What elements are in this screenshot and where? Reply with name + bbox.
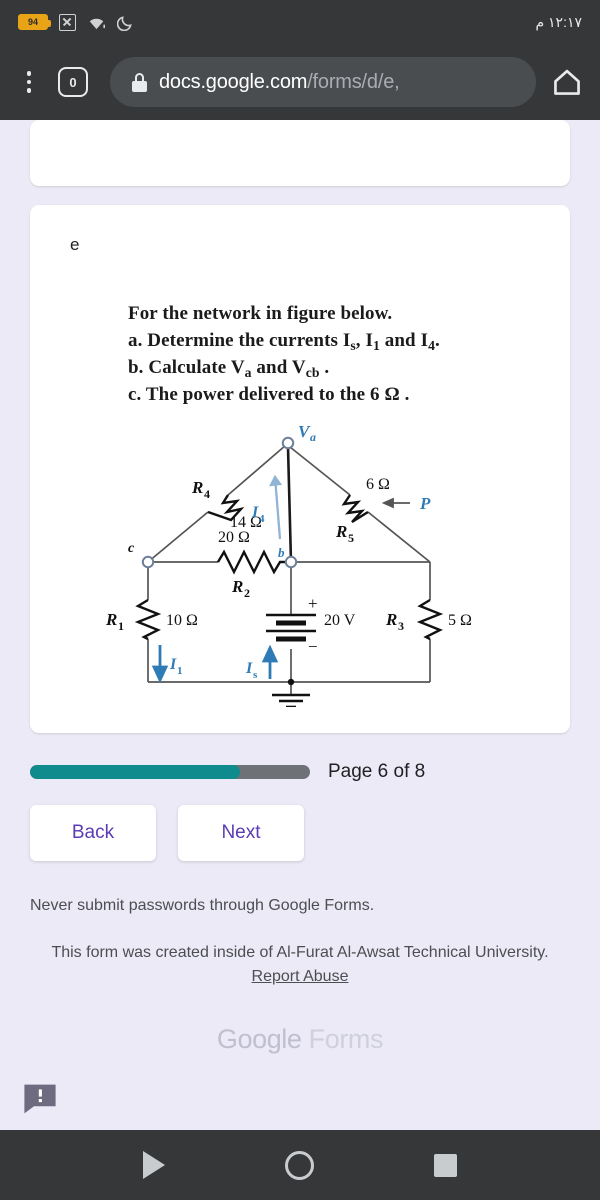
ground-symbol: [272, 694, 310, 708]
previous-question-card: [30, 120, 570, 186]
recents-square-icon[interactable]: [434, 1153, 457, 1177]
node-c: [141, 556, 155, 569]
home-icon[interactable]: [550, 65, 584, 99]
url-host: docs.google.com: [159, 70, 308, 93]
branch-I4: [286, 447, 293, 563]
progress-row: Page 6 of 8: [30, 761, 570, 783]
label-R5-sub: 5: [348, 531, 354, 545]
label-R3: R: [385, 610, 397, 629]
label-R1-sub: 1: [118, 619, 124, 633]
status-bar-icons: 94: [18, 13, 134, 31]
status-bar-right: ١٢:١٧ م: [535, 14, 582, 31]
back-triangle-icon[interactable]: [143, 1151, 165, 1179]
node-b: [284, 556, 298, 569]
current-arrow-I1: [151, 645, 169, 684]
power-arrow-P: [381, 498, 410, 509]
google-forms-logo: Google Forms: [0, 1024, 600, 1055]
label-P: P: [419, 494, 431, 513]
url-text: docs.google.com/forms/d/e,: [159, 70, 400, 94]
label-node-b: b: [278, 545, 285, 560]
section-label: e: [70, 235, 80, 254]
label-R2: R: [231, 577, 243, 596]
label-node-Va-sub: a: [310, 430, 316, 444]
voltage-source: [266, 614, 316, 642]
tab-counter-button[interactable]: 0: [58, 67, 88, 97]
question-card: e For the network in figure below. a. De…: [30, 205, 570, 734]
question-line-4: c. The power delivered to the 6 Ω .: [128, 384, 410, 406]
label-node-c: c: [128, 541, 135, 556]
progress-bar: [30, 765, 310, 780]
status-bar: 94 ١٢:١٧ م: [0, 0, 600, 44]
question-text: For the network in figure below. a. Dete…: [70, 301, 530, 409]
back-button[interactable]: Back: [30, 805, 156, 862]
lock-icon: [132, 72, 147, 92]
logo-forms-word: Forms: [301, 1023, 384, 1054]
label-R4-sub: 4: [204, 487, 210, 501]
label-R3-sub: 3: [398, 619, 404, 633]
wifi-icon: [89, 18, 105, 29]
label-R1-value: 10 Ω: [166, 612, 198, 629]
progress-bar-fill: [30, 765, 240, 780]
resistor-R5: [341, 494, 369, 524]
battery-minus-sign: −: [308, 637, 318, 656]
password-warning: Never submit passwords through Google Fo…: [30, 897, 375, 915]
question-line-2: a. Determine the currents Is, I1 and I4.: [128, 329, 440, 353]
resistor-R3: [416, 599, 444, 641]
battery-icon: 94: [18, 14, 51, 30]
label-source-value: 20 V: [324, 612, 356, 629]
kebab-menu-icon[interactable]: [16, 71, 42, 93]
address-bar[interactable]: docs.google.com/forms/d/e,: [110, 57, 536, 107]
browser-toolbar: 0 docs.google.com/forms/d/e,: [0, 44, 600, 120]
url-path: /forms/d/e,: [307, 70, 400, 93]
home-circle-icon[interactable]: [285, 1150, 314, 1180]
label-Is-sub: s: [253, 669, 258, 681]
screen: 94 ١٢:١٧ م 0 docs.google.com/forms/d/e, …: [0, 0, 600, 1200]
resistor-R2: [216, 549, 285, 576]
form-footer: Never submit passwords through Google Fo…: [0, 897, 600, 1054]
label-R1: R: [105, 610, 117, 629]
node-a: [281, 437, 295, 450]
label-R3-value: 5 Ω: [448, 612, 472, 629]
label-I4: I: [251, 504, 259, 521]
label-I1: I: [169, 656, 177, 673]
battery-plus-sign: +: [308, 594, 318, 613]
next-button[interactable]: Next: [178, 805, 304, 862]
report-abuse-link[interactable]: Report Abuse: [252, 968, 349, 985]
android-nav-bar: [0, 1130, 600, 1200]
junction-dot: [287, 679, 295, 686]
label-R5: R: [335, 522, 347, 541]
label-R5-value: 6 Ω: [366, 476, 390, 493]
tab-count-label: 0: [69, 74, 77, 90]
form-navigation: Back Next: [30, 805, 570, 862]
label-I1-sub: 1: [177, 665, 183, 677]
created-notice: This form was created inside of Al-Furat…: [46, 941, 554, 987]
question-line-1: For the network in figure below.: [128, 303, 393, 324]
resistor-R1: [134, 599, 162, 641]
label-R2-sub: 2: [244, 586, 250, 600]
no-sim-icon: [59, 13, 76, 31]
label-R2-value: 20 Ω: [218, 529, 250, 546]
created-notice-text: This form was created inside of Al-Furat…: [51, 944, 549, 962]
feedback-bubble-icon[interactable]: [22, 1082, 58, 1116]
circuit-figure: + − V a c b R 4 14 Ω R 5 6 Ω 20 Ω R 2 R …: [70, 417, 530, 708]
label-Is: I: [245, 660, 253, 677]
circuit-schematic: + − V a c b R 4 14 Ω R 5 6 Ω 20 Ω R 2 R …: [105, 422, 472, 708]
current-arrow-I4: [269, 475, 283, 540]
clock-label: ١٢:١٧ م: [535, 13, 582, 30]
do-not-disturb-moon-icon: [117, 15, 132, 31]
label-R4: R: [191, 478, 203, 497]
label-I4-sub: 4: [259, 513, 265, 525]
battery-percent-label: 94: [27, 16, 38, 27]
page-indicator: Page 6 of 8: [328, 761, 426, 783]
question-line-3: b. Calculate Va and Vcb .: [128, 357, 330, 381]
current-arrow-Is: [261, 645, 279, 680]
logo-google-word: Google: [216, 1023, 302, 1054]
form-page: e For the network in figure below. a. De…: [0, 120, 600, 1130]
